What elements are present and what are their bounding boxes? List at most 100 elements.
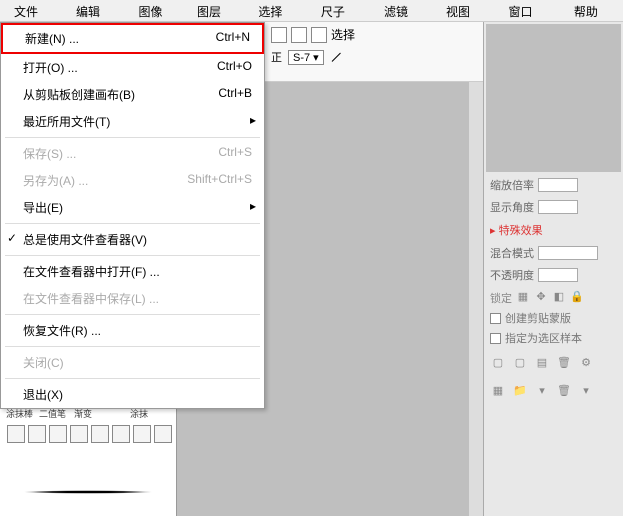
menu-item[interactable]: ✓ 总是使用文件查看器(V)	[1, 226, 264, 253]
brush-stroke-icon	[23, 490, 153, 493]
menu-separator	[5, 346, 260, 347]
opacity-row: 不透明度	[484, 264, 623, 286]
zoom-input[interactable]	[538, 178, 578, 192]
square-icon[interactable]: ▢	[490, 354, 506, 370]
vertical-scrollbar[interactable]	[469, 82, 483, 516]
chevron-right-icon: ▸	[250, 113, 256, 127]
clip-check[interactable]: 创建剪贴蒙版	[484, 308, 623, 328]
add-icon[interactable]: ▤	[534, 354, 550, 370]
zoom-label: 缩放倍率	[490, 177, 534, 193]
menubar-item-w[interactable]: 窗口(W)	[494, 0, 559, 21]
menu-item-label: 关闭(C)	[23, 354, 64, 371]
menu-item-shortcut: Ctrl+N	[216, 30, 250, 47]
menu-item[interactable]: 导出(E)▸	[1, 194, 264, 221]
select-label: 选择	[331, 26, 355, 43]
full-lock-icon[interactable]: 🔒	[570, 290, 584, 304]
menu-item-label: 恢复文件(R) ...	[23, 322, 101, 339]
menu-item-label: 新建(N) ...	[25, 30, 79, 47]
tool-btn[interactable]	[112, 425, 130, 443]
menu-item-label: 最近所用文件(T)	[23, 113, 110, 130]
paint-lock-icon[interactable]: ◧	[552, 290, 566, 304]
menu-separator	[5, 223, 260, 224]
menu-separator	[5, 255, 260, 256]
blend-label: 混合模式	[490, 245, 534, 261]
tool-btn[interactable]	[154, 425, 172, 443]
menu-item-label: 总是使用文件查看器(V)	[23, 231, 147, 248]
menubar-item-i[interactable]: 图像(I)	[124, 0, 183, 21]
navigator-preview	[486, 24, 621, 172]
tool-btn[interactable]	[70, 425, 88, 443]
tool-btn[interactable]	[91, 425, 109, 443]
menu-item-shortcut: Shift+Ctrl+S	[187, 172, 252, 189]
menu-item[interactable]: 最近所用文件(T) ▸	[1, 108, 264, 135]
menubar-item-t[interactable]: 滤镜(T)	[370, 0, 432, 21]
menu-item[interactable]: 新建(N) ... Ctrl+N	[1, 23, 264, 54]
layer-tools-2: ▦ 📁 ▾ 🗑 ▾	[484, 376, 623, 404]
blend-input[interactable]	[538, 246, 598, 260]
tool-row-3	[4, 422, 176, 446]
angle-label: 显示角度	[490, 199, 534, 215]
angle-input[interactable]	[538, 200, 578, 214]
tool-square-3[interactable]	[311, 27, 327, 43]
right-panel: 缩放倍率 显示角度 特殊效果 混合模式 不透明度 锁定 ▦ ✥ ◧ 🔒 创建剪贴…	[483, 22, 623, 516]
new-layer-icon[interactable]: ▦	[490, 382, 506, 398]
lock-row: 锁定 ▦ ✥ ◧ 🔒	[484, 286, 623, 308]
menubar-item-h[interactable]: 帮助(H)	[560, 0, 623, 21]
menu-item-label: 导出(E)	[23, 199, 63, 216]
menu-item[interactable]: 退出(X)	[1, 381, 264, 408]
menubar-item-e[interactable]: 编辑(E)	[62, 0, 125, 21]
menu-item-label: 在文件查看器中保存(L) ...	[23, 290, 159, 307]
menu-item[interactable]: 在文件查看器中打开(F) ...	[1, 258, 264, 285]
menu-item: 关闭(C)	[1, 349, 264, 376]
menubar-item-s[interactable]: 选择(S)	[244, 0, 307, 21]
sel-sample-check[interactable]: 指定为选区样本	[484, 328, 623, 348]
menubar-item-v[interactable]: 视图(V)	[432, 0, 495, 21]
blend-row: 混合模式	[484, 242, 623, 264]
menu-item[interactable]: 打开(O) ...Ctrl+O	[1, 54, 264, 81]
tool-btn[interactable]	[133, 425, 151, 443]
trash-icon[interactable]: 🗑	[556, 382, 572, 398]
lock-icon[interactable]: ▦	[516, 290, 530, 304]
menubar-item-l[interactable]: 图层(L)	[183, 0, 244, 21]
menu-item-shortcut: Ctrl+B	[218, 86, 252, 103]
menu-separator	[5, 378, 260, 379]
menu-item-label: 打开(O) ...	[23, 59, 78, 76]
menubar-item-r[interactable]: 尺子(R)	[307, 0, 370, 21]
menu-item[interactable]: 从剪贴板创建画布(B) Ctrl+B	[1, 81, 264, 108]
checkbox-icon	[490, 333, 501, 344]
tool-square-1[interactable]	[271, 27, 287, 43]
menu-separator	[5, 314, 260, 315]
more-icon[interactable]: ▾	[578, 382, 594, 398]
toolbar: 选择 正 S-7 ▾	[265, 22, 483, 82]
zoom-row: 缩放倍率	[484, 174, 623, 196]
menu-item-label: 从剪贴板创建画布(B)	[23, 86, 135, 103]
check-icon: ✓	[7, 231, 17, 245]
menu-item-label: 退出(X)	[23, 386, 63, 403]
line-icon[interactable]	[330, 49, 346, 65]
folder-icon[interactable]: 📁	[512, 382, 528, 398]
menu-item[interactable]: 恢复文件(R) ...	[1, 317, 264, 344]
angle-row: 显示角度	[484, 196, 623, 218]
menu-item-shortcut: Ctrl+S	[218, 145, 252, 162]
square-icon[interactable]: ▢	[512, 354, 528, 370]
menubar-item-f[interactable]: 文件(F)	[0, 0, 62, 21]
tool-btn[interactable]	[7, 425, 25, 443]
menubar: 文件(F)编辑(E)图像(I)图层(L)选择(S)尺子(R)滤镜(T)视图(V)…	[0, 0, 623, 22]
gear-icon[interactable]: ⚙	[578, 354, 594, 370]
merge-icon[interactable]: ▾	[534, 382, 550, 398]
tool-btn[interactable]	[49, 425, 67, 443]
fx-header[interactable]: 特殊效果	[484, 218, 623, 242]
brush-selector[interactable]: S-7 ▾	[288, 50, 324, 65]
menu-separator	[5, 137, 260, 138]
normal-label: 正	[271, 49, 282, 65]
move-lock-icon[interactable]: ✥	[534, 290, 548, 304]
opacity-input[interactable]	[538, 268, 578, 282]
menu-item: 在文件查看器中保存(L) ...	[1, 285, 264, 312]
menu-item: 另存为(A) ...Shift+Ctrl+S	[1, 167, 264, 194]
lock-label: 锁定	[490, 290, 512, 304]
trash-icon[interactable]: 🗑	[556, 354, 572, 370]
tool-btn[interactable]	[28, 425, 46, 443]
file-menu-dropdown: 新建(N) ...Ctrl+N打开(O) ...Ctrl+O从剪贴板创建画布(B…	[0, 22, 265, 409]
tool-square-2[interactable]	[291, 27, 307, 43]
opacity-label: 不透明度	[490, 267, 534, 283]
